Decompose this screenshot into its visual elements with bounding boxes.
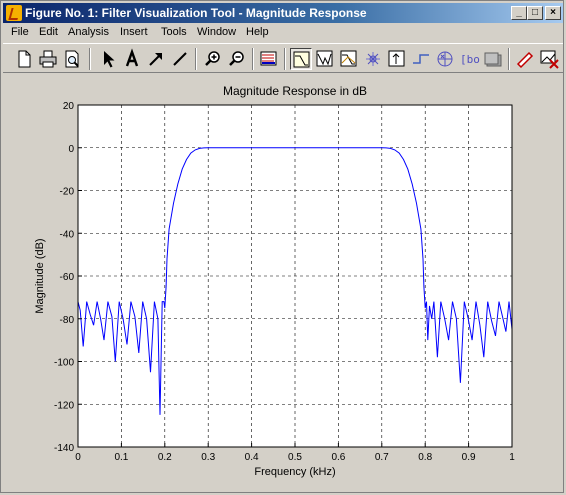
y-axis-label: Magnitude (dB) [34, 238, 46, 313]
x-tick-label: 0.7 [375, 452, 389, 463]
x-tick-label: 0.1 [114, 452, 128, 463]
x-tick-label: 0.6 [331, 452, 345, 463]
plot-title: Magnitude Response in dB [223, 84, 367, 98]
figure-window: Figure No. 1: Filter Visualization Tool … [0, 0, 564, 493]
y-tick-label: 20 [63, 101, 75, 112]
x-tick-label: 0.5 [288, 452, 302, 463]
y-tick-label: -60 [60, 272, 75, 283]
x-tick-label: 0.9 [462, 452, 476, 463]
x-tick-label: 0.3 [201, 452, 215, 463]
x-tick-label: 0 [75, 452, 81, 463]
magnitude-response-plot[interactable]: 0 0.1 0.2 0.3 0.4 0.5 0.6 0.7 0.8 0.9 1 20 0 -20 -40 -6… [1, 1, 565, 494]
x-tick-label: 1 [509, 452, 515, 463]
y-tick-label: 0 [68, 144, 74, 155]
x-tick-label: 0.2 [158, 452, 172, 463]
y-tick-label: -80 [60, 315, 75, 326]
y-tick-label: -100 [54, 358, 74, 369]
x-tick-label: 0.4 [245, 452, 259, 463]
x-axis-label: Frequency (kHz) [254, 466, 335, 478]
y-tick-label: -120 [54, 400, 74, 411]
x-tick-label: 0.8 [418, 452, 432, 463]
y-tick-label: -140 [54, 443, 74, 454]
y-tick-label: -40 [60, 229, 75, 240]
y-tick-label: -20 [60, 187, 75, 198]
